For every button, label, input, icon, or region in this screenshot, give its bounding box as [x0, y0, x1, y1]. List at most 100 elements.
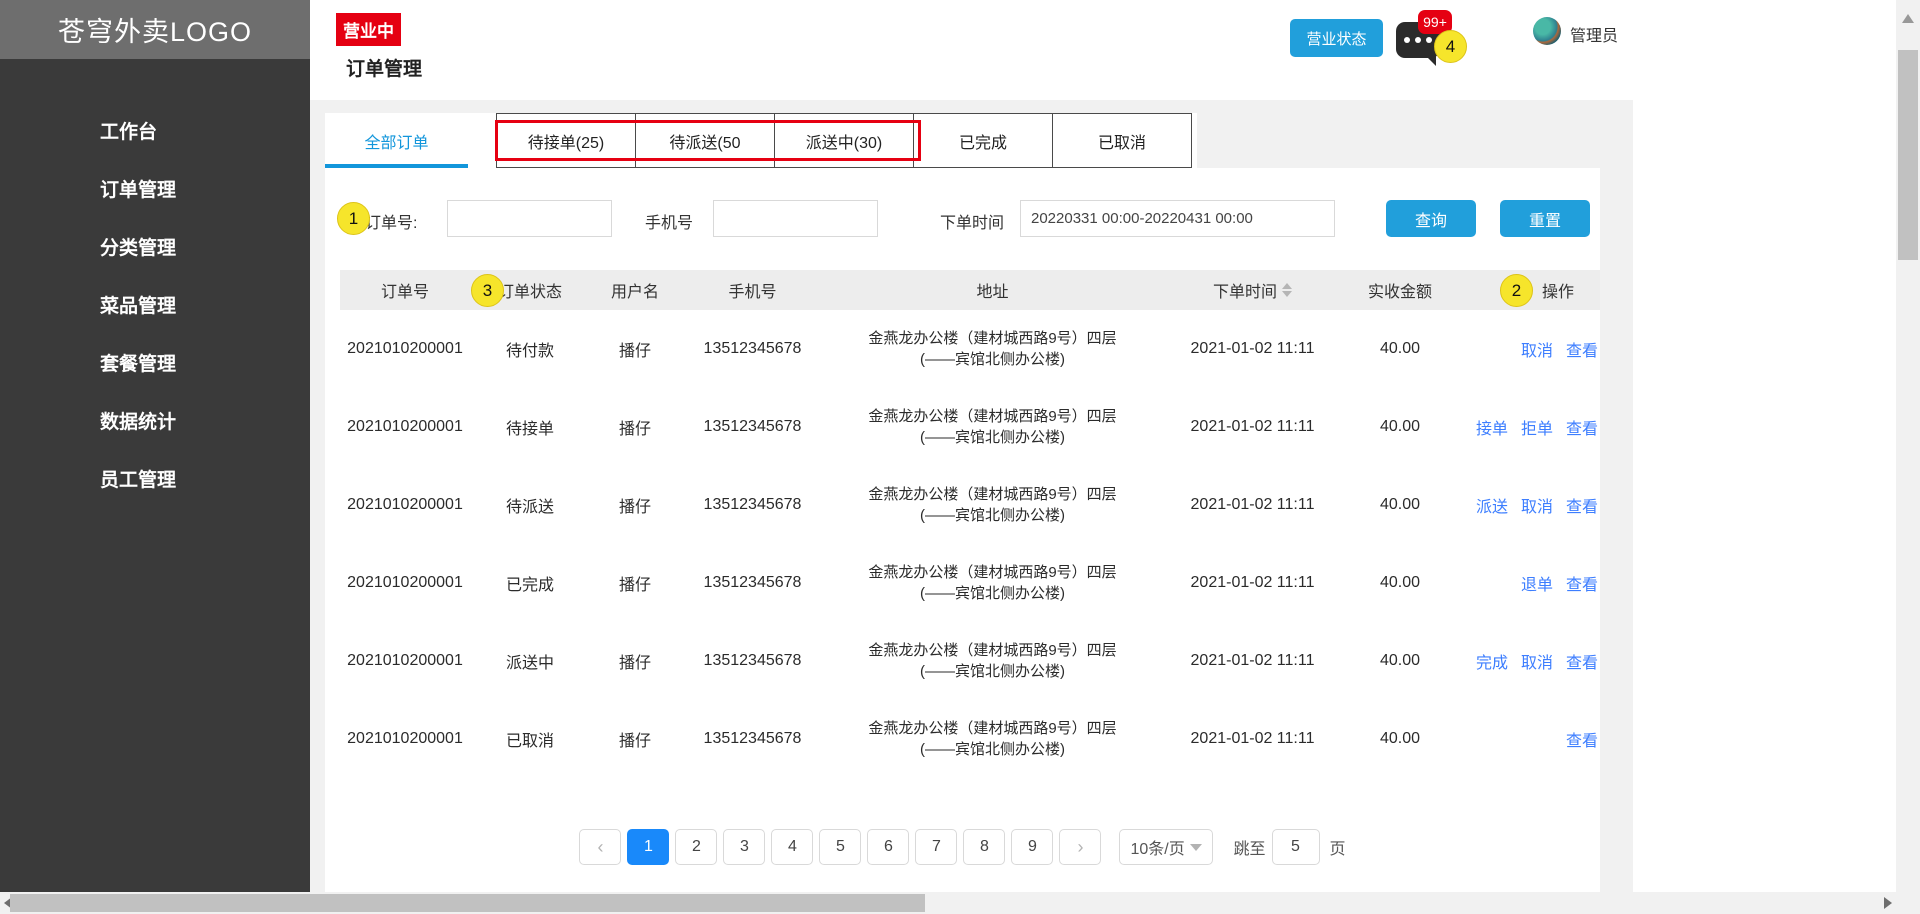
- user-name[interactable]: 管理员: [1570, 22, 1618, 46]
- cell-order-no: 2021010200001: [340, 574, 470, 592]
- order-no-input[interactable]: [447, 200, 612, 237]
- cell-order-status: 已取消: [470, 727, 590, 751]
- row-action-link[interactable]: 查看: [1566, 337, 1598, 361]
- cell-user-name: 播仔: [590, 337, 680, 361]
- reset-button[interactable]: 重置: [1500, 200, 1590, 237]
- cell-order-time: 2021-01-02 11:11: [1160, 574, 1345, 592]
- row-action-link[interactable]: 查看: [1566, 727, 1598, 751]
- cell-order-no: 2021010200001: [340, 496, 470, 514]
- prev-page-button[interactable]: ‹: [579, 829, 621, 865]
- tab-box-group: 待接单(25)待派送(50派送中(30)已完成已取消: [497, 113, 1192, 168]
- row-action-link[interactable]: 退单: [1521, 571, 1553, 595]
- table-row: 2021010200001 已完成 播仔 13512345678 金燕龙办公楼（…: [340, 544, 1600, 622]
- filter-bar: 1 订单号: 手机号 下单时间 查询 重置: [325, 195, 1600, 245]
- sidebar-item[interactable]: 员工管理: [0, 452, 310, 510]
- tab[interactable]: 派送中(30): [774, 113, 914, 168]
- row-action-link[interactable]: 接单: [1476, 415, 1508, 439]
- cell-actions: 完成取消查看: [1455, 649, 1600, 673]
- scrollbar-corner: [1896, 892, 1920, 914]
- cell-amount: 40.00: [1345, 730, 1455, 748]
- row-action-link[interactable]: 取消: [1521, 493, 1553, 517]
- row-action-link[interactable]: 查看: [1566, 649, 1598, 673]
- cell-actions: 查看: [1455, 727, 1600, 751]
- sidebar-item[interactable]: 菜品管理: [0, 278, 310, 336]
- cell-phone: 13512345678: [680, 340, 825, 358]
- order-time-range-input[interactable]: [1020, 200, 1335, 237]
- address-line1: 金燕龙办公楼（建材城西路9号）四层: [868, 640, 1116, 661]
- table-header-cell: 订单号: [340, 270, 470, 310]
- page-number-button[interactable]: 5: [819, 829, 861, 865]
- page-number-button[interactable]: 7: [915, 829, 957, 865]
- chevron-down-icon: [1190, 844, 1202, 851]
- user-avatar[interactable]: [1533, 17, 1561, 45]
- page-number-button[interactable]: 9: [1011, 829, 1053, 865]
- table-row: 2021010200001 派送中 播仔 13512345678 金燕龙办公楼（…: [340, 622, 1600, 700]
- order-no-label: 订单号:: [365, 209, 417, 233]
- chat-notifications-button[interactable]: 99+ 4: [1396, 14, 1466, 72]
- cell-address: 金燕龙办公楼（建材城西路9号）四层 (——宾馆北侧办公楼): [825, 640, 1160, 682]
- phone-input[interactable]: [713, 200, 878, 237]
- page-unit-label: 页: [1330, 835, 1346, 859]
- content-background: 全部订单 待接单(25)待派送(50派送中(30)已完成已取消 1 订单号: 手…: [310, 100, 1633, 892]
- cell-amount: 40.00: [1345, 496, 1455, 514]
- cell-order-no: 2021010200001: [340, 418, 470, 436]
- page-number-button[interactable]: 6: [867, 829, 909, 865]
- tab-all-orders[interactable]: 全部订单: [325, 113, 468, 168]
- scroll-up-arrow-icon[interactable]: [1902, 14, 1914, 23]
- page-size-select[interactable]: 10条/页: [1119, 829, 1213, 865]
- cell-actions: 退单查看: [1455, 571, 1600, 595]
- row-action-link[interactable]: 查看: [1566, 415, 1598, 439]
- vertical-scrollbar[interactable]: [1896, 0, 1920, 892]
- table-header-cell: 下单时间: [1160, 270, 1345, 310]
- sidebar-item[interactable]: 分类管理: [0, 220, 310, 278]
- page-number-button[interactable]: 3: [723, 829, 765, 865]
- tab[interactable]: 已完成: [913, 113, 1053, 168]
- page-number-button[interactable]: 4: [771, 829, 813, 865]
- row-action-link[interactable]: 查看: [1566, 571, 1598, 595]
- page-number-group: 123456789: [627, 829, 1053, 865]
- top-header: 营业中 订单管理 营业状态 99+ 4 管理员: [310, 0, 1896, 100]
- table-row: 2021010200001 待接单 播仔 13512345678 金燕龙办公楼（…: [340, 388, 1600, 466]
- horizontal-scrollbar[interactable]: [0, 892, 1896, 914]
- sidebar-item[interactable]: 数据统计: [0, 394, 310, 452]
- row-action-link[interactable]: 派送: [1476, 493, 1508, 517]
- annotation-circle-2: 2: [1500, 274, 1533, 307]
- search-button[interactable]: 查询: [1386, 200, 1476, 237]
- row-action-link[interactable]: 取消: [1521, 337, 1553, 361]
- cell-phone: 13512345678: [680, 730, 825, 748]
- next-page-button[interactable]: ›: [1059, 829, 1101, 865]
- cell-address: 金燕龙办公楼（建材城西路9号）四层 (——宾馆北侧办公楼): [825, 562, 1160, 604]
- cell-order-no: 2021010200001: [340, 340, 470, 358]
- page-number-button[interactable]: 1: [627, 829, 669, 865]
- tab[interactable]: 待派送(50: [635, 113, 775, 168]
- jump-to-page-input[interactable]: [1272, 829, 1320, 865]
- tab[interactable]: 待接单(25): [496, 113, 636, 168]
- address-line1: 金燕龙办公楼（建材城西路9号）四层: [868, 328, 1116, 349]
- row-action-link[interactable]: 拒单: [1521, 415, 1553, 439]
- sort-icon[interactable]: [1282, 283, 1292, 297]
- page-number-button[interactable]: 2: [675, 829, 717, 865]
- sidebar-item[interactable]: 工作台: [0, 104, 310, 162]
- cell-order-no: 2021010200001: [340, 730, 470, 748]
- tab[interactable]: 已取消: [1052, 113, 1192, 168]
- row-action-link[interactable]: 查看: [1566, 493, 1598, 517]
- order-tabs: 全部订单 待接单(25)待派送(50派送中(30)已完成已取消: [325, 113, 1600, 168]
- cell-actions: 取消查看: [1455, 337, 1600, 361]
- page-number-button[interactable]: 8: [963, 829, 1005, 865]
- sidebar-item[interactable]: 订单管理: [0, 162, 310, 220]
- app-window: 苍穹外卖LOGO 工作台订单管理分类管理菜品管理套餐管理数据统计员工管理 营业中…: [0, 0, 1920, 914]
- business-status-button[interactable]: 营业状态: [1290, 19, 1383, 57]
- cell-address: 金燕龙办公楼（建材城西路9号）四层 (——宾馆北侧办公楼): [825, 718, 1160, 760]
- scroll-right-arrow-icon[interactable]: [1884, 897, 1892, 909]
- table-row: 2021010200001 待付款 播仔 13512345678 金燕龙办公楼（…: [340, 310, 1600, 388]
- vertical-scroll-thumb[interactable]: [1898, 50, 1918, 260]
- row-action-link[interactable]: 完成: [1476, 649, 1508, 673]
- address-line1: 金燕龙办公楼（建材城西路9号）四层: [868, 562, 1116, 583]
- sidebar-item[interactable]: 套餐管理: [0, 336, 310, 394]
- annotation-circle-3: 3: [471, 274, 504, 307]
- horizontal-scroll-thumb[interactable]: [10, 894, 925, 912]
- page-size-value: 10条/页: [1130, 835, 1184, 859]
- row-action-link[interactable]: 取消: [1521, 649, 1553, 673]
- cell-user-name: 播仔: [590, 571, 680, 595]
- table-header-cell: 手机号: [680, 270, 825, 310]
